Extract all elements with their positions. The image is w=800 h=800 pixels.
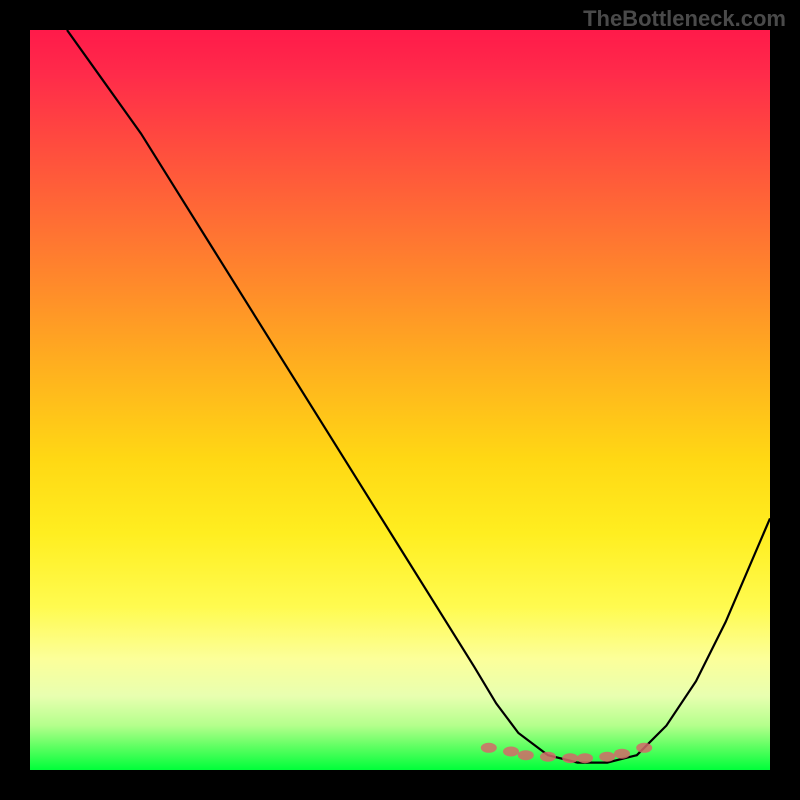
chart-plot-area — [30, 30, 770, 770]
dot-marker — [599, 752, 615, 762]
dot-marker — [540, 752, 556, 762]
dot-marker — [481, 743, 497, 753]
dot-marker — [562, 753, 578, 763]
dot-marker — [636, 743, 652, 753]
chart-dots-layer — [30, 30, 770, 770]
watermark-text: TheBottleneck.com — [583, 6, 786, 32]
dot-marker — [503, 747, 519, 757]
dot-marker — [577, 753, 593, 763]
low-region-dots — [481, 743, 652, 763]
dot-marker — [614, 749, 630, 759]
dot-marker — [518, 750, 534, 760]
